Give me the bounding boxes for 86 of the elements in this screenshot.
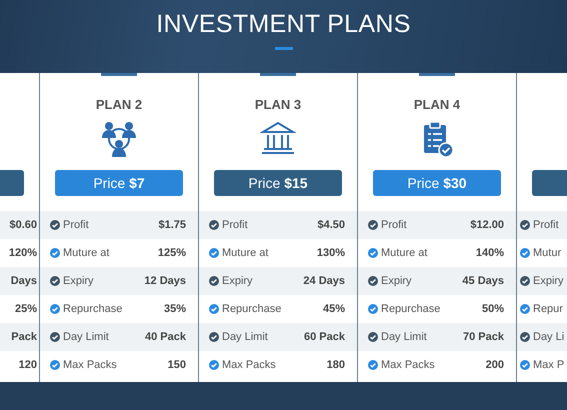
feature-label: Muture at	[63, 246, 110, 261]
feature-label: Day Li	[533, 330, 564, 345]
check-icon	[50, 304, 60, 314]
feature-value: 45%	[322, 302, 345, 317]
check-icon	[209, 276, 219, 286]
feature-value: 180	[326, 358, 345, 373]
check-icon	[520, 304, 530, 314]
feature-label: Max Packs	[222, 358, 276, 373]
check-icon	[368, 276, 378, 286]
card-top-accent	[260, 73, 296, 76]
check-icon	[520, 248, 530, 258]
feature-value: 120	[18, 358, 37, 373]
check-icon	[368, 220, 378, 230]
feature-label: Expiry	[222, 274, 253, 289]
check-icon	[209, 304, 219, 314]
feature-value: 125%	[158, 246, 186, 261]
feature-value: 200	[486, 358, 504, 373]
check-icon	[50, 360, 60, 370]
plan-title: PLAN 3	[254, 97, 302, 113]
feature-value: $1.75	[158, 218, 186, 233]
feature-value: Pack	[11, 330, 37, 345]
feature-label: Repurchase	[63, 302, 122, 317]
feature-label: Repurchase	[222, 302, 282, 317]
check-icon	[368, 360, 378, 370]
plan-title: PLAN 4	[414, 97, 460, 113]
price-button[interactable]	[0, 170, 24, 196]
price-button[interactable]: Price $15	[214, 170, 342, 196]
card-top-accent	[101, 73, 137, 76]
section-title: INVESTMENT PLANS	[156, 9, 411, 39]
people-network-icon	[100, 120, 138, 158]
feature-value: 50%	[482, 302, 504, 317]
feature-label: Mutur	[533, 246, 562, 261]
feature-value: 130%	[316, 246, 345, 261]
feature-value: $0.60	[9, 218, 37, 233]
feature-value: $12.00	[470, 218, 504, 233]
feature-label: Profit	[63, 218, 89, 233]
check-icon	[368, 248, 378, 258]
feature-value: 70 Pack	[463, 330, 504, 345]
check-icon	[209, 332, 219, 342]
check-icon	[209, 360, 219, 370]
title-underline	[274, 47, 292, 50]
feature-value: 120%	[8, 246, 37, 261]
check-icon	[50, 276, 60, 286]
price-button[interactable]: Price $7	[55, 170, 183, 196]
check-icon	[520, 220, 530, 230]
feature-label: Day Limit	[63, 330, 109, 345]
feature-label: Day Limit	[222, 330, 268, 345]
feature-label: Expiry	[63, 274, 94, 289]
card-top-accent	[419, 73, 455, 76]
feature-label: Muture at	[222, 246, 268, 261]
feature-value: $4.50	[317, 218, 345, 233]
feature-label: Repurchase	[381, 302, 440, 317]
check-icon	[520, 360, 530, 370]
feature-label: Expiry	[533, 274, 564, 289]
feature-value: 60 Pack	[304, 330, 345, 345]
check-icon	[368, 332, 378, 342]
check-icon	[50, 220, 60, 230]
feature-label: Max Packs	[381, 358, 435, 373]
feature-label: Max Packs	[63, 358, 117, 373]
feature-label: Repur	[533, 302, 563, 317]
feature-value: 24 Days	[303, 274, 345, 289]
feature-label: Profit	[533, 218, 559, 233]
price-button[interactable]: Price $30	[373, 170, 501, 196]
feature-value: Days	[10, 274, 37, 289]
feature-value: 140%	[476, 246, 504, 261]
check-icon	[368, 304, 378, 314]
feature-value: 150	[168, 358, 186, 373]
check-icon	[209, 248, 219, 258]
feature-label: Profit	[222, 218, 248, 233]
feature-label: Day Limit	[381, 330, 427, 345]
check-icon	[520, 332, 530, 342]
feature-label: Max P	[533, 358, 564, 373]
feature-value: 35%	[164, 302, 186, 317]
check-icon	[520, 276, 530, 286]
feature-value: 25%	[14, 302, 37, 317]
check-icon	[209, 220, 219, 230]
feature-label: Expiry	[381, 274, 412, 289]
feature-value: 45 Days	[462, 274, 504, 289]
plan-title: PLAN 2	[96, 97, 142, 113]
feature-label: Muture at	[381, 246, 428, 261]
check-icon	[50, 248, 60, 258]
feature-value: 40 Pack	[145, 330, 186, 345]
price-button[interactable]	[532, 170, 567, 196]
check-icon	[50, 332, 60, 342]
feature-value: 12 Days	[144, 274, 186, 289]
feature-label: Profit	[381, 218, 407, 233]
